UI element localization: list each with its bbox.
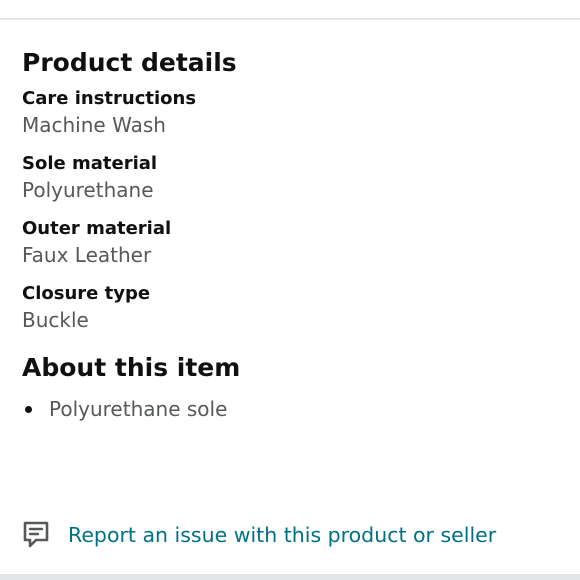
detail-value: Polyurethane: [22, 178, 154, 202]
detail-care-instructions: Care instructions Machine Wash: [22, 87, 566, 140]
content: Product details Care instructions Machin…: [22, 46, 566, 423]
bullet-dot-icon: [25, 406, 32, 413]
detail-label: Closure type: [22, 283, 151, 304]
detail-outer-material: Outer material Faux Leather: [22, 217, 566, 270]
detail-label: Sole material: [22, 153, 158, 174]
bottom-divider: [0, 574, 580, 580]
about-bullet-list: Polyurethane sole: [22, 395, 566, 423]
detail-sole-material: Sole material Polyurethane: [22, 152, 566, 205]
product-details-page: Product details Care instructions Machin…: [0, 0, 580, 580]
detail-label: Care instructions: [22, 88, 197, 109]
detail-closure-type: Closure type Buckle: [22, 282, 566, 335]
product-details-heading: Product details: [22, 48, 237, 77]
list-item: Polyurethane sole: [22, 395, 566, 423]
detail-value: Faux Leather: [22, 243, 152, 267]
detail-value: Buckle: [22, 308, 89, 332]
about-this-item-heading: About this item: [22, 353, 241, 382]
report-issue-label[interactable]: Report an issue with this product or sel…: [68, 520, 496, 550]
detail-value: Machine Wash: [22, 113, 166, 137]
report-issue-link[interactable]: Report an issue with this product or sel…: [22, 520, 496, 550]
top-divider: [0, 18, 580, 20]
detail-label: Outer material: [22, 218, 172, 239]
feedback-message-icon: [23, 521, 49, 548]
bullet-text: Polyurethane sole: [49, 397, 228, 421]
